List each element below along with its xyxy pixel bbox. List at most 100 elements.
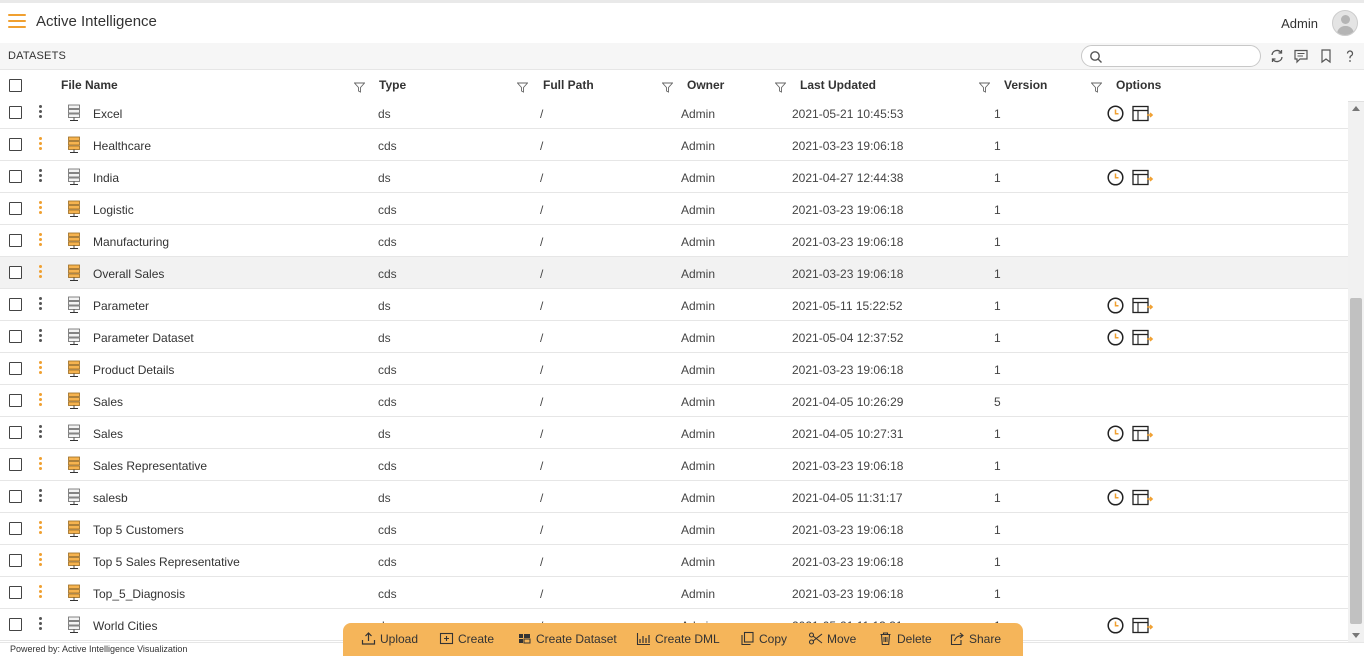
row-checkbox[interactable]	[9, 394, 22, 407]
table-row[interactable]: Top 5 Sales Representative cds / Admin 2021-…	[0, 545, 1348, 577]
table-row[interactable]: Manufacturing cds / Admin 2021-03-23 19:06:1…	[0, 225, 1348, 257]
search-box[interactable]	[1081, 45, 1261, 67]
table-row[interactable]: Top_5_Diagnosis cds / Admin 2021-03-23 19:06…	[0, 577, 1348, 609]
avatar[interactable]	[1332, 10, 1358, 36]
schedule-clock-icon[interactable]	[1107, 617, 1124, 634]
user-name[interactable]: Admin	[1281, 16, 1318, 31]
select-all-checkbox[interactable]	[9, 79, 22, 92]
row-checkbox[interactable]	[9, 106, 22, 119]
file-name[interactable]: Top_5_Diagnosis	[93, 587, 185, 601]
table-view-icon[interactable]	[1132, 425, 1154, 442]
help-icon[interactable]	[1342, 48, 1358, 64]
table-view-icon[interactable]	[1132, 297, 1154, 314]
file-name[interactable]: Sales Representative	[93, 459, 207, 473]
file-name[interactable]: Healthcare	[93, 139, 151, 153]
vertical-scrollbar[interactable]	[1348, 102, 1364, 642]
row-menu-icon[interactable]	[39, 105, 43, 121]
file-name[interactable]: India	[93, 171, 119, 185]
column-header-full-path[interactable]: Full Path	[543, 78, 594, 92]
table-row[interactable]: Logistic cds / Admin 2021-03-23 19:06:18 1	[0, 193, 1348, 225]
row-checkbox[interactable]	[9, 330, 22, 343]
scroll-up-icon[interactable]	[1352, 106, 1360, 111]
table-row[interactable]: Top 5 Customers cds / Admin 2021-03-23 19:06…	[0, 513, 1348, 545]
row-checkbox[interactable]	[9, 138, 22, 151]
filter-icon[interactable]	[775, 82, 786, 93]
file-name[interactable]: Product Details	[93, 363, 174, 377]
table-row[interactable]: salesb ds / Admin 2021-04-05 11:31:17 1	[0, 481, 1348, 513]
filter-icon[interactable]	[979, 82, 990, 93]
row-menu-icon[interactable]	[39, 201, 43, 217]
filter-icon[interactable]	[517, 82, 528, 93]
filter-icon[interactable]	[662, 82, 673, 93]
table-view-icon[interactable]	[1132, 169, 1154, 186]
table-row[interactable]: India ds / Admin 2021-04-27 12:44:38 1	[0, 161, 1348, 193]
row-menu-icon[interactable]	[39, 297, 43, 313]
row-checkbox[interactable]	[9, 554, 22, 567]
file-name[interactable]: Parameter	[93, 299, 149, 313]
file-name[interactable]: Parameter Dataset	[93, 331, 194, 345]
schedule-clock-icon[interactable]	[1107, 329, 1124, 346]
row-checkbox[interactable]	[9, 522, 22, 535]
schedule-clock-icon[interactable]	[1107, 489, 1124, 506]
table-row[interactable]: Sales Representative cds / Admin 2021-03-23 …	[0, 449, 1348, 481]
row-checkbox[interactable]	[9, 586, 22, 599]
row-checkbox[interactable]	[9, 234, 22, 247]
file-name[interactable]: Sales	[93, 427, 123, 441]
column-header-last-updated[interactable]: Last Updated	[800, 78, 876, 92]
schedule-clock-icon[interactable]	[1107, 297, 1124, 314]
schedule-clock-icon[interactable]	[1107, 169, 1124, 186]
row-menu-icon[interactable]	[39, 425, 43, 441]
schedule-clock-icon[interactable]	[1107, 105, 1124, 122]
row-menu-icon[interactable]	[39, 329, 43, 345]
row-checkbox[interactable]	[9, 266, 22, 279]
comment-icon[interactable]	[1293, 48, 1309, 64]
column-header-file-name[interactable]: File Name	[61, 78, 118, 92]
file-name[interactable]: Top 5 Sales Representative	[93, 555, 240, 569]
file-name[interactable]: World Cities	[93, 619, 157, 633]
table-row[interactable]: Sales ds / Admin 2021-04-05 10:27:31 1	[0, 417, 1348, 449]
row-checkbox[interactable]	[9, 490, 22, 503]
file-name[interactable]: Sales	[93, 395, 123, 409]
table-view-icon[interactable]	[1132, 617, 1154, 634]
column-header-owner[interactable]: Owner	[687, 78, 724, 92]
scroll-thumb[interactable]	[1350, 298, 1362, 624]
table-row[interactable]: Product Details cds / Admin 2021-03-23 19:06…	[0, 353, 1348, 385]
row-menu-icon[interactable]	[39, 457, 43, 473]
search-input[interactable]	[1106, 49, 1256, 63]
table-row[interactable]: Parameter Dataset ds / Admin 2021-05-04 12:3…	[0, 321, 1348, 353]
row-checkbox[interactable]	[9, 618, 22, 631]
row-checkbox[interactable]	[9, 298, 22, 311]
file-name[interactable]: Top 5 Customers	[93, 523, 184, 537]
column-header-version[interactable]: Version	[1004, 78, 1047, 92]
column-header-type[interactable]: Type	[379, 78, 406, 92]
table-view-icon[interactable]	[1132, 329, 1154, 346]
schedule-clock-icon[interactable]	[1107, 425, 1124, 442]
filter-icon[interactable]	[354, 82, 365, 93]
row-menu-icon[interactable]	[39, 585, 43, 601]
row-checkbox[interactable]	[9, 362, 22, 375]
table-row[interactable]: Sales cds / Admin 2021-04-05 10:26:29 5	[0, 385, 1348, 417]
file-name[interactable]: Logistic	[93, 203, 134, 217]
row-menu-icon[interactable]	[39, 233, 43, 249]
row-checkbox[interactable]	[9, 458, 22, 471]
table-view-icon[interactable]	[1132, 489, 1154, 506]
row-menu-icon[interactable]	[39, 361, 43, 377]
row-checkbox[interactable]	[9, 426, 22, 439]
row-menu-icon[interactable]	[39, 137, 43, 153]
row-menu-icon[interactable]	[39, 489, 43, 505]
table-row[interactable]: Healthcare cds / Admin 2021-03-23 19:06:18 1	[0, 129, 1348, 161]
row-menu-icon[interactable]	[39, 553, 43, 569]
row-checkbox[interactable]	[9, 202, 22, 215]
table-row[interactable]: Parameter ds / Admin 2021-05-11 15:22:52 1	[0, 289, 1348, 321]
row-menu-icon[interactable]	[39, 521, 43, 537]
file-name[interactable]: Manufacturing	[93, 235, 169, 249]
file-name[interactable]: Overall Sales	[93, 267, 164, 281]
row-menu-icon[interactable]	[39, 393, 43, 409]
refresh-icon[interactable]	[1269, 48, 1285, 64]
bookmark-icon[interactable]	[1318, 48, 1334, 64]
table-row[interactable]: Overall Sales cds / Admin 2021-03-23 19:06:1…	[0, 257, 1348, 289]
filter-icon[interactable]	[1091, 82, 1102, 93]
scroll-down-icon[interactable]	[1352, 633, 1360, 638]
file-name[interactable]: salesb	[93, 491, 128, 505]
row-menu-icon[interactable]	[39, 265, 43, 281]
